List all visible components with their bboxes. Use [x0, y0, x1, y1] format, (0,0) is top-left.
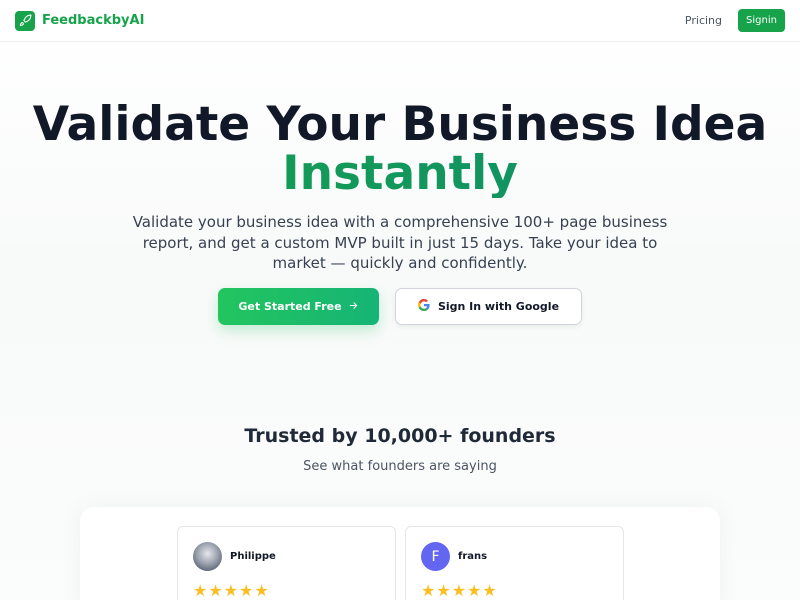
nav-actions: Pricing Signin: [685, 9, 785, 32]
star-rating: ★★★★★: [421, 581, 498, 600]
rocket-icon: [15, 10, 35, 31]
hero-subtitle: Validate your business idea with a compr…: [132, 213, 668, 272]
get-started-button[interactable]: Get Started Free: [218, 288, 379, 325]
testimonial-author: Philippe: [230, 551, 276, 562]
google-signin-label: Sign In with Google: [437, 300, 560, 313]
trust-subtitle: See what founders are saying: [303, 459, 497, 474]
testimonials-panel: Philippe ★★★★★ F frans ★★★★★: [80, 507, 720, 600]
hero-title-line1: Validate Your Business Idea: [32, 97, 768, 152]
avatar: [193, 542, 222, 571]
testimonial-author: frans: [458, 551, 488, 562]
hero-title-accent: Instantly: [0, 149, 800, 198]
testimonial-header: F frans: [421, 542, 487, 571]
star-rating: ★★★★★: [193, 581, 270, 600]
brand-name: FeedbackbyAI: [42, 13, 145, 28]
testimonial-card: F frans ★★★★★: [405, 526, 624, 600]
top-nav: FeedbackbyAI Pricing Signin: [0, 0, 800, 42]
testimonial-card: Philippe ★★★★★: [177, 526, 396, 600]
arrow-right-icon: [348, 300, 359, 314]
hero-title: Validate Your Business Idea Instantly: [0, 100, 800, 198]
google-icon: [417, 299, 430, 314]
get-started-label: Get Started Free: [238, 300, 342, 313]
trust-title: Trusted by 10,000+ founders: [244, 425, 556, 447]
nav-link-pricing[interactable]: Pricing: [685, 14, 722, 27]
signin-button[interactable]: Signin: [738, 9, 785, 32]
avatar: F: [421, 542, 450, 571]
google-signin-button[interactable]: Sign In with Google: [395, 288, 582, 325]
cta-row: Get Started Free Sign In with Google: [218, 288, 582, 325]
brand-logo[interactable]: FeedbackbyAI: [15, 10, 145, 31]
testimonial-header: Philippe: [193, 542, 276, 571]
